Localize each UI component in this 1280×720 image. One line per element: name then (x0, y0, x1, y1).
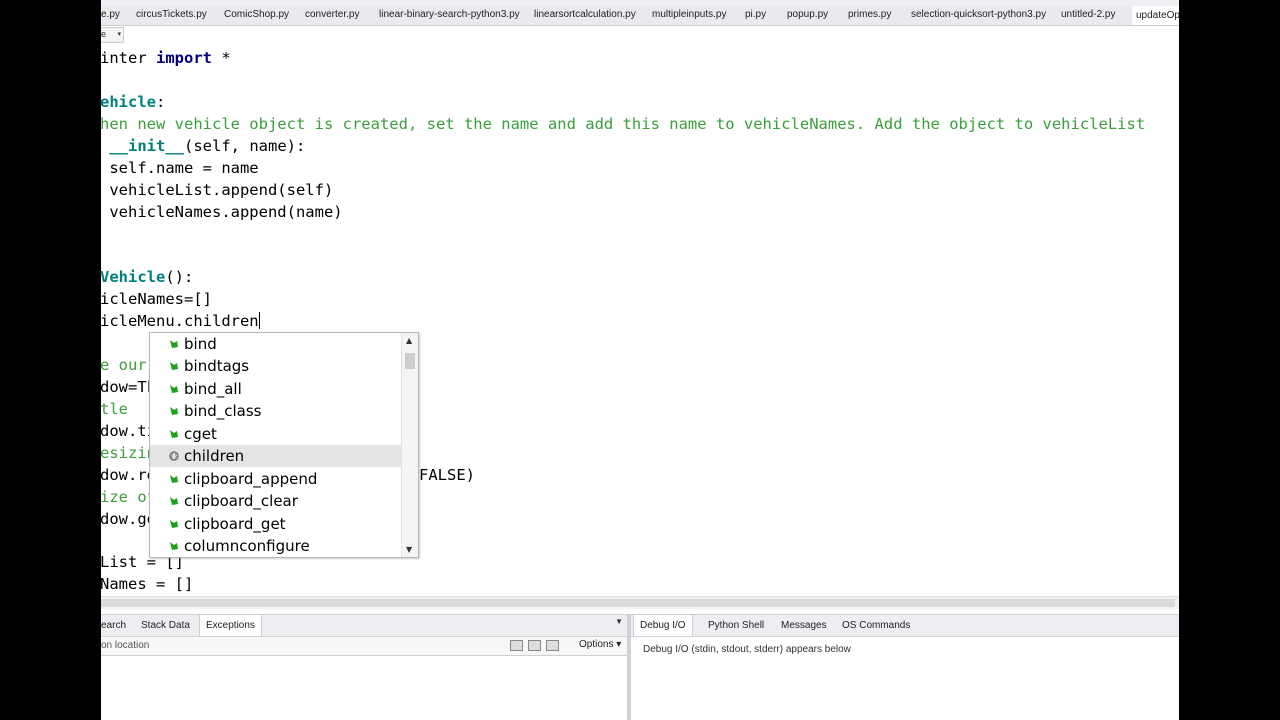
method-icon (170, 362, 178, 370)
toolbar-icon[interactable] (546, 640, 559, 651)
method-icon (170, 542, 178, 550)
method-icon (170, 430, 178, 438)
method-icon (170, 407, 178, 415)
comment-line: tle (101, 400, 128, 418)
tools-panel-right: Debug I/O Python Shell Messages OS Comma… (631, 614, 1179, 720)
code-line-tail: FALSE) (419, 466, 475, 484)
code-line: self.name = name (101, 159, 259, 177)
comment-line: e our (101, 356, 147, 374)
file-tab[interactable]: linear-binary-search-python3.py (379, 9, 520, 20)
panel-tab-bar: earch Stack Data Exceptions ▼ (101, 615, 627, 637)
exceptions-body (101, 655, 627, 720)
toolbar-icon[interactable] (510, 640, 523, 651)
scroll-thumb[interactable] (101, 599, 1175, 607)
scope-value: e (101, 29, 107, 39)
method-icon (170, 497, 178, 505)
tab-stack-data[interactable]: Stack Data (141, 620, 190, 631)
autocomplete-popup[interactable]: bind bindtags bind_all bind_class cget {… (149, 332, 419, 558)
method-icon (170, 340, 178, 348)
code-editor[interactable]: inter import * ehicle: hen new vehicle o… (101, 46, 1179, 596)
code-line: dow=Tk (101, 378, 156, 396)
tab-exceptions[interactable]: Exceptions (199, 615, 262, 636)
svg-text:{}: {} (170, 454, 178, 461)
code-line: Names = [] (101, 575, 194, 593)
file-tab-active[interactable]: updateOpt (1132, 6, 1179, 25)
file-tab[interactable]: circusTickets.py (136, 9, 207, 20)
autocomplete-item[interactable]: clipboard_clear (150, 490, 402, 512)
file-tab[interactable]: pi.py (745, 9, 766, 20)
code-line: vehicleList.append(self) (101, 181, 334, 199)
autocomplete-item[interactable]: bind_all (150, 378, 402, 400)
code-line: vehicleNames.append(name) (101, 203, 343, 221)
comment-line: esizin (101, 444, 156, 462)
tab-os-commands[interactable]: OS Commands (842, 620, 910, 631)
autocomplete-item[interactable]: clipboard_append (150, 468, 402, 490)
code-line: icleNames=[] (101, 290, 212, 308)
comment-line: hen new vehicle object is created, set t… (101, 115, 1146, 133)
autocomplete-item[interactable]: cget (150, 423, 402, 445)
file-tab[interactable]: selection-quicksort-python3.py (911, 9, 1046, 20)
method-icon (170, 385, 178, 393)
file-tab[interactable]: popup.py (787, 9, 828, 20)
code-line-current: icleMenu.children (101, 312, 260, 330)
tab-python-shell[interactable]: Python Shell (708, 620, 764, 631)
autocomplete-scrollbar[interactable]: ▲ ▼ (401, 333, 418, 557)
scroll-thumb[interactable] (405, 353, 415, 369)
scroll-up-icon[interactable]: ▲ (406, 336, 412, 345)
autocomplete-item[interactable]: bindtags (150, 355, 402, 377)
autocomplete-item[interactable]: clipboard_get (150, 513, 402, 535)
file-tab[interactable]: linearsortcalculation.py (534, 9, 636, 20)
code-line: Vehicle(): (101, 268, 194, 286)
autocomplete-item[interactable]: bind_class (150, 400, 402, 422)
tools-panel-left: earch Stack Data Exceptions ▼ on locatio… (101, 614, 627, 720)
ide-window: e.py circusTickets.py ComicShop.py conve… (101, 0, 1179, 720)
panel-menu-icon[interactable]: ▼ (615, 617, 623, 626)
left-letterbox (0, 0, 101, 720)
tab-messages[interactable]: Messages (781, 620, 827, 631)
file-tab-bar: e.py circusTickets.py ComicShop.py conve… (101, 6, 1179, 26)
comment-line: ize of (101, 488, 156, 506)
autocomplete-item[interactable]: bind (150, 333, 402, 355)
horizontal-scrollbar[interactable] (101, 596, 1179, 609)
tab-search[interactable]: earch (101, 620, 126, 631)
location-label: on location (101, 640, 150, 651)
tab-debug-io[interactable]: Debug I/O (633, 615, 693, 636)
chevron-down-icon: ▾ (117, 31, 121, 38)
options-button[interactable]: Options ▾ (579, 639, 621, 650)
panel-tab-bar: Debug I/O Python Shell Messages OS Comma… (631, 615, 1179, 637)
code-line: ehicle: (101, 93, 166, 111)
code-line: dow.ge (101, 510, 156, 528)
autocomplete-item-selected[interactable]: {} children (150, 445, 402, 467)
autocomplete-item[interactable]: columnconfigure (150, 535, 402, 557)
file-tab[interactable]: primes.py (848, 9, 891, 20)
file-tab[interactable]: ComicShop.py (224, 9, 289, 20)
chevron-down-icon: ▾ (616, 639, 622, 650)
file-tab[interactable]: multipleinputs.py (652, 9, 726, 20)
scroll-down-icon[interactable]: ▼ (406, 545, 412, 554)
right-letterbox (1179, 0, 1280, 720)
toolbar-icon[interactable] (528, 640, 541, 651)
file-tab[interactable]: converter.py (305, 9, 359, 20)
text-cursor (258, 312, 260, 329)
code-line: dow.ti (101, 422, 156, 440)
exceptions-toolbar: on location Options ▾ (101, 637, 627, 655)
debug-io-info: Debug I/O (stdin, stdout, stderr) appear… (643, 644, 851, 655)
attribute-icon: {} (169, 451, 179, 461)
code-line: inter import * (101, 49, 231, 67)
method-icon (170, 520, 178, 528)
file-tab[interactable]: e.py (101, 9, 120, 20)
file-tab[interactable]: untitled-2.py (1061, 9, 1115, 20)
code-line: dow.re (101, 466, 156, 484)
scope-selector[interactable]: e ▾ (101, 27, 124, 43)
method-icon (170, 475, 178, 483)
code-line: __init__(self, name): (101, 137, 306, 155)
